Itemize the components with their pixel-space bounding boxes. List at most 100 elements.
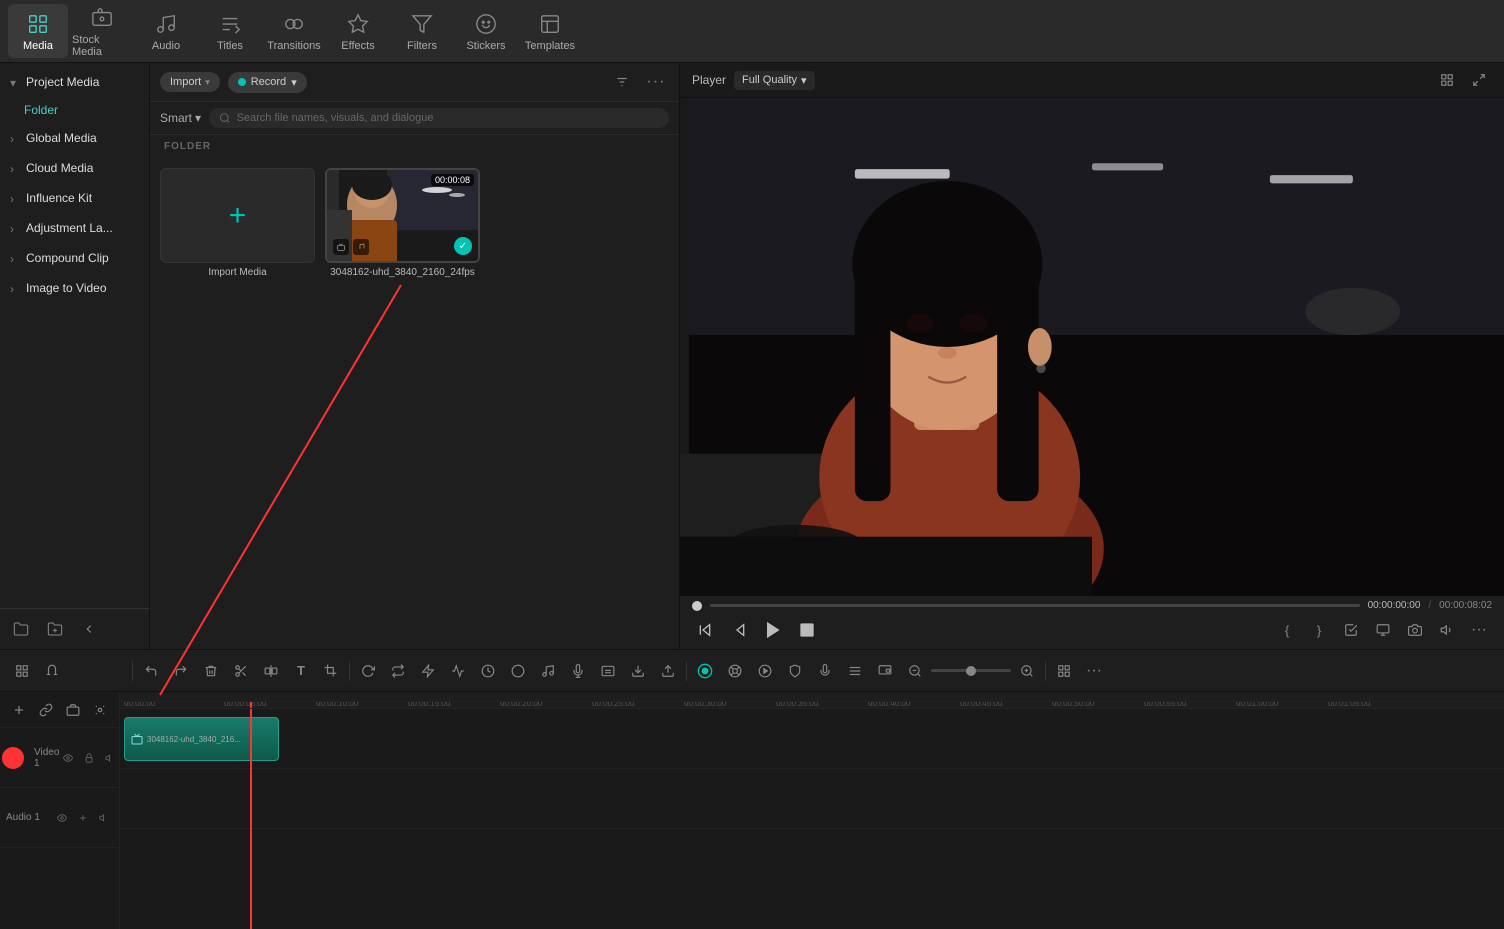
add-track-btn[interactable]	[6, 697, 31, 723]
quality-selector[interactable]: Full Quality ▾	[734, 71, 815, 90]
freeze-btn[interactable]	[474, 657, 502, 685]
toolbar-transitions[interactable]: Transitions	[264, 4, 324, 58]
player-time-current: 00:00:00:00	[1368, 600, 1421, 611]
magnet-btn[interactable]	[38, 657, 66, 685]
rotate-btn[interactable]	[354, 657, 382, 685]
cut-btn[interactable]	[227, 657, 255, 685]
smart-filter-button[interactable]: Smart ▾	[160, 111, 201, 125]
subtitle-btn[interactable]	[594, 657, 622, 685]
sidebar-item-cloud-media[interactable]: › Cloud Media	[0, 153, 149, 183]
video-vol-btn[interactable]	[101, 749, 119, 767]
zoom-out-btn[interactable]	[901, 657, 929, 685]
filter-button[interactable]	[609, 69, 635, 95]
player-rewind-btn[interactable]	[692, 617, 718, 643]
collapse-sidebar-btn[interactable]	[74, 615, 104, 643]
toolbar-filters[interactable]: Filters	[392, 4, 452, 58]
import-button[interactable]: Import ▾	[160, 72, 220, 92]
record-button[interactable]: Record ▾	[228, 72, 307, 93]
mic-btn[interactable]	[811, 657, 839, 685]
expand-player-btn[interactable]	[1466, 67, 1492, 93]
import-edit-btn[interactable]	[624, 657, 652, 685]
audio-track-icon	[353, 239, 369, 255]
multitrack-btn[interactable]	[841, 657, 869, 685]
player-code-btn[interactable]: {	[1274, 617, 1300, 643]
record-circle-btn[interactable]	[691, 657, 719, 685]
titles-icon	[217, 11, 243, 37]
sidebar-item-project-media[interactable]: ▾ Project Media	[0, 67, 149, 97]
zoom-slider-thumb[interactable]	[966, 666, 976, 676]
player-header: Player Full Quality ▾	[680, 63, 1504, 98]
flip-btn[interactable]	[384, 657, 412, 685]
player-more-btn[interactable]: ···	[1466, 617, 1492, 643]
audio-edit-btn[interactable]	[534, 657, 562, 685]
toolbar-media[interactable]: Media	[8, 4, 68, 58]
undo-btn[interactable]	[137, 657, 165, 685]
shield-btn[interactable]	[781, 657, 809, 685]
export-btn[interactable]	[654, 657, 682, 685]
text-btn[interactable]: T	[287, 657, 315, 685]
crop-btn[interactable]	[317, 657, 345, 685]
transition-btn[interactable]	[444, 657, 472, 685]
more-options-button[interactable]: ···	[643, 69, 669, 95]
toolbar-templates[interactable]: Templates	[520, 4, 580, 58]
toolbar-stock-media[interactable]: Stock Media	[72, 4, 132, 58]
player-mark-btn[interactable]	[1338, 617, 1364, 643]
sidebar-item-global-media[interactable]: › Global Media	[0, 123, 149, 153]
ruler-mark-10: 00:00:50:00	[1052, 702, 1144, 708]
player-time-separator: /	[1428, 600, 1431, 611]
delete-btn[interactable]	[197, 657, 225, 685]
audio-add-btn[interactable]	[74, 809, 92, 827]
add-item-btn[interactable]	[40, 615, 70, 643]
ai-track-btn[interactable]	[88, 697, 113, 723]
group-track-btn[interactable]	[61, 697, 86, 723]
audio-eye-btn[interactable]	[53, 809, 71, 827]
split-btn[interactable]	[257, 657, 285, 685]
video-clip[interactable]: 3048162-uhd_3840_216...	[124, 717, 279, 761]
player-stop-btn[interactable]	[794, 617, 820, 643]
video-file-card[interactable]: 00:00:08	[325, 168, 480, 278]
redo-btn[interactable]	[167, 657, 195, 685]
grid-view-btn[interactable]	[1050, 657, 1078, 685]
audio-vol-btn[interactable]	[95, 809, 113, 827]
left-sidebar: ▾ Project Media Folder › Global Media › …	[0, 63, 150, 649]
player-time-total: 00:00:08:02	[1439, 600, 1492, 611]
toolbar-titles[interactable]: Titles	[200, 4, 260, 58]
snap-btn[interactable]	[8, 657, 36, 685]
search-input[interactable]	[237, 112, 659, 124]
color-btn[interactable]	[504, 657, 532, 685]
layout-view-btn[interactable]	[1434, 67, 1460, 93]
new-folder-btn[interactable]	[6, 615, 36, 643]
sidebar-folder-item[interactable]: Folder	[0, 97, 149, 123]
pip-btn[interactable]	[871, 657, 899, 685]
sidebar-item-compound-clip[interactable]: › Compound Clip	[0, 243, 149, 273]
stock-media-icon	[89, 5, 115, 31]
play-edit-btn[interactable]	[751, 657, 779, 685]
speed-btn[interactable]	[414, 657, 442, 685]
toolbar-stickers[interactable]: Stickers	[456, 4, 516, 58]
player-snapshot-btn[interactable]	[1402, 617, 1428, 643]
more-timeline-btn[interactable]: ···	[1080, 657, 1108, 685]
zoom-in-btn[interactable]	[1013, 657, 1041, 685]
media-panel-toolbar: Import ▾ Record ▾ ···	[150, 63, 679, 102]
player-play-back-btn[interactable]	[726, 617, 752, 643]
import-media-card[interactable]: + Import Media	[160, 168, 315, 278]
player-code-end-btn[interactable]: }	[1306, 617, 1332, 643]
player-screen-btn[interactable]	[1370, 617, 1396, 643]
player-playhead[interactable]	[692, 601, 702, 611]
video-lock-btn[interactable]	[80, 749, 98, 767]
toolbar-effects[interactable]: Effects	[328, 4, 388, 58]
voiceover-btn[interactable]	[564, 657, 592, 685]
connect-track-btn[interactable]	[33, 697, 58, 723]
transitions-icon	[281, 11, 307, 37]
ai-btn[interactable]	[721, 657, 749, 685]
sidebar-item-influence-kit[interactable]: › Influence Kit	[0, 183, 149, 213]
sidebar-item-image-to-video[interactable]: › Image to Video	[0, 273, 149, 303]
player-play-btn[interactable]	[760, 617, 786, 643]
player-volume-btn[interactable]	[1434, 617, 1460, 643]
player-progress-track[interactable]	[710, 604, 1360, 607]
video-eye-btn[interactable]	[59, 749, 77, 767]
toolbar-audio[interactable]: Audio	[136, 4, 196, 58]
audio-icon	[153, 11, 179, 37]
record-dot	[238, 78, 246, 86]
sidebar-item-adjustment-layer[interactable]: › Adjustment La...	[0, 213, 149, 243]
